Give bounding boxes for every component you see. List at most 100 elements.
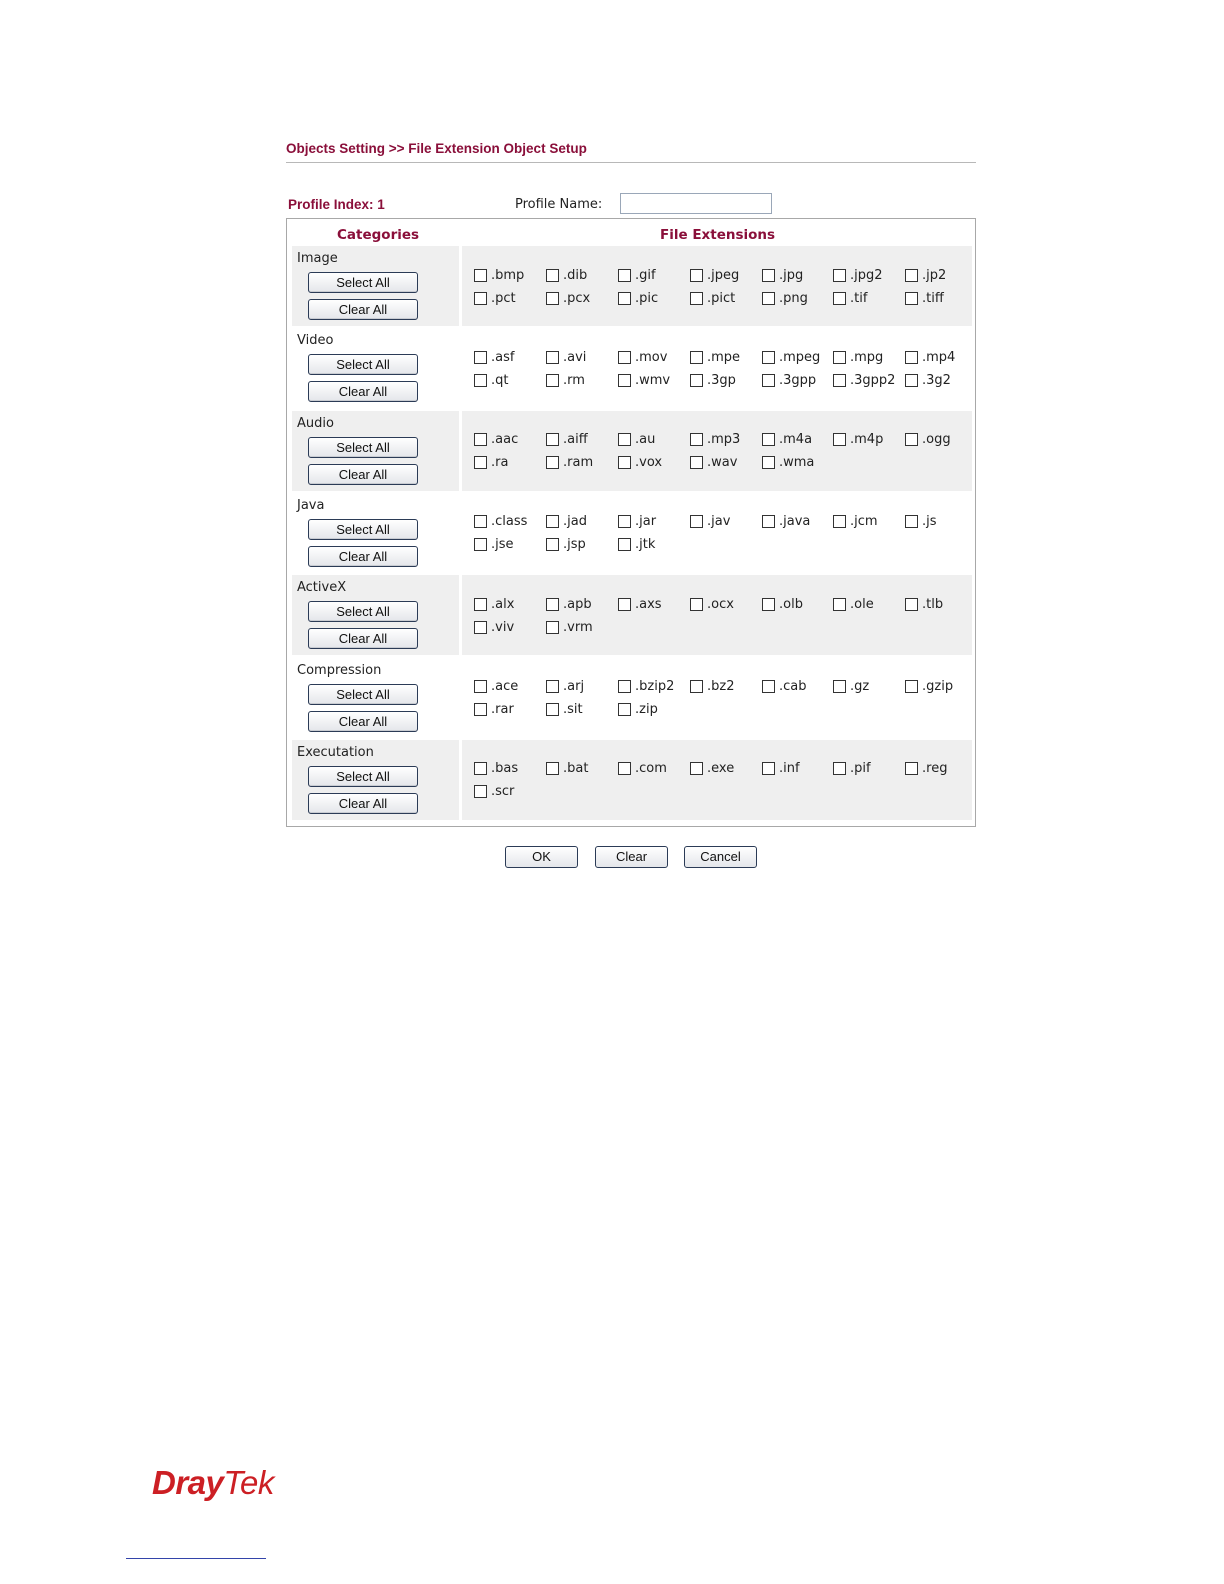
extension-option[interactable]: .arj — [546, 678, 584, 696]
checkbox[interactable] — [546, 538, 559, 552]
checkbox[interactable] — [474, 433, 487, 447]
extension-option[interactable]: .ace — [474, 678, 518, 696]
checkbox[interactable] — [905, 680, 918, 693]
cancel-button[interactable]: Cancel — [684, 846, 757, 868]
extension-option[interactable]: .axs — [618, 595, 662, 613]
extension-option[interactable]: .ole — [833, 595, 874, 613]
checkbox[interactable] — [474, 373, 487, 387]
checkbox[interactable] — [546, 350, 559, 364]
checkbox[interactable] — [833, 515, 846, 529]
checkbox[interactable] — [762, 433, 775, 447]
extension-option[interactable]: .jar — [618, 513, 656, 531]
extension-option[interactable]: .inf — [762, 760, 800, 778]
checkbox[interactable] — [762, 291, 775, 305]
extension-option[interactable]: .wma — [762, 454, 814, 472]
extension-option[interactable]: .3gpp — [762, 371, 816, 389]
extension-option[interactable]: .mpeg — [762, 348, 820, 366]
extension-option[interactable]: .jsp — [546, 536, 586, 554]
checkbox[interactable] — [546, 373, 559, 387]
checkbox[interactable] — [762, 373, 775, 387]
extension-option[interactable]: .vox — [618, 454, 662, 472]
checkbox[interactable] — [833, 597, 846, 611]
checkbox[interactable] — [618, 433, 631, 447]
checkbox[interactable] — [546, 703, 559, 716]
extension-option[interactable]: .jav — [690, 513, 730, 531]
checkbox[interactable] — [690, 515, 703, 529]
extension-option[interactable]: .tiff — [905, 289, 944, 307]
extension-option[interactable]: .png — [762, 289, 808, 307]
extension-option[interactable]: .dib — [546, 266, 587, 284]
checkbox[interactable] — [546, 620, 559, 634]
extension-option[interactable]: .sit — [546, 701, 583, 719]
clear-button[interactable]: Clear — [595, 846, 668, 868]
checkbox[interactable] — [762, 597, 775, 611]
select-all-button[interactable]: Select All — [308, 436, 418, 458]
checkbox[interactable] — [690, 268, 703, 282]
extension-option[interactable]: .jpg — [762, 266, 803, 284]
extension-option[interactable]: .olb — [762, 595, 803, 613]
checkbox[interactable] — [690, 373, 703, 387]
extension-option[interactable]: .jad — [546, 513, 587, 531]
extension-option[interactable]: .pif — [833, 760, 871, 778]
checkbox[interactable] — [833, 762, 846, 776]
checkbox[interactable] — [474, 291, 487, 305]
extension-option[interactable]: .asf — [474, 348, 514, 366]
extension-option[interactable]: .bat — [546, 760, 588, 778]
extension-option[interactable]: .bas — [474, 760, 518, 778]
extension-option[interactable]: .ocx — [690, 595, 734, 613]
extension-option[interactable]: .tlb — [905, 595, 943, 613]
extension-option[interactable]: .mp3 — [690, 431, 740, 449]
extension-option[interactable]: .3g2 — [905, 371, 951, 389]
extension-option[interactable]: .jpeg — [690, 266, 739, 284]
extension-option[interactable]: .jtk — [618, 536, 655, 554]
select-all-button[interactable]: Select All — [308, 272, 418, 293]
extension-option[interactable]: .gz — [833, 678, 869, 696]
extension-option[interactable]: .gzip — [905, 678, 953, 696]
extension-option[interactable]: .qt — [474, 371, 508, 389]
checkbox[interactable] — [474, 268, 487, 282]
extension-option[interactable]: .rm — [546, 371, 585, 389]
extension-option[interactable]: .com — [618, 760, 667, 778]
extension-option[interactable]: .3gpp2 — [833, 371, 895, 389]
checkbox[interactable] — [546, 597, 559, 611]
checkbox[interactable] — [905, 350, 918, 364]
extension-option[interactable]: .bmp — [474, 266, 524, 284]
checkbox[interactable] — [833, 291, 846, 305]
checkbox[interactable] — [690, 680, 703, 693]
checkbox[interactable] — [690, 433, 703, 447]
clear-all-button[interactable]: Clear All — [308, 381, 418, 403]
extension-option[interactable]: .pcx — [546, 289, 590, 307]
extension-option[interactable]: .au — [618, 431, 655, 449]
clear-all-button[interactable]: Clear All — [308, 628, 418, 650]
checkbox[interactable] — [474, 597, 487, 611]
extension-option[interactable]: .mpg — [833, 348, 883, 366]
extension-option[interactable]: .pict — [690, 289, 735, 307]
checkbox[interactable] — [474, 680, 487, 693]
checkbox[interactable] — [833, 268, 846, 282]
checkbox[interactable] — [618, 762, 631, 776]
checkbox[interactable] — [618, 703, 631, 716]
checkbox[interactable] — [833, 350, 846, 364]
checkbox[interactable] — [833, 373, 846, 387]
extension-option[interactable]: .3gp — [690, 371, 736, 389]
checkbox[interactable] — [690, 762, 703, 776]
extension-option[interactable]: .scr — [474, 783, 514, 801]
checkbox[interactable] — [474, 703, 487, 716]
clear-all-button[interactable]: Clear All — [308, 463, 418, 485]
extension-option[interactable]: .mp4 — [905, 348, 955, 366]
select-all-button[interactable]: Select All — [308, 765, 418, 787]
extension-option[interactable]: .rar — [474, 701, 514, 719]
extension-option[interactable]: .avi — [546, 348, 586, 366]
checkbox[interactable] — [474, 620, 487, 634]
checkbox[interactable] — [474, 515, 487, 529]
checkbox[interactable] — [618, 680, 631, 693]
checkbox[interactable] — [546, 291, 559, 305]
checkbox[interactable] — [546, 268, 559, 282]
clear-all-button[interactable]: Clear All — [308, 792, 418, 814]
checkbox[interactable] — [905, 291, 918, 305]
extension-option[interactable]: .js — [905, 513, 937, 531]
extension-option[interactable]: .apb — [546, 595, 592, 613]
extension-option[interactable]: .jse — [474, 536, 514, 554]
extension-option[interactable]: .jpg2 — [833, 266, 883, 284]
select-all-button[interactable]: Select All — [308, 683, 418, 705]
